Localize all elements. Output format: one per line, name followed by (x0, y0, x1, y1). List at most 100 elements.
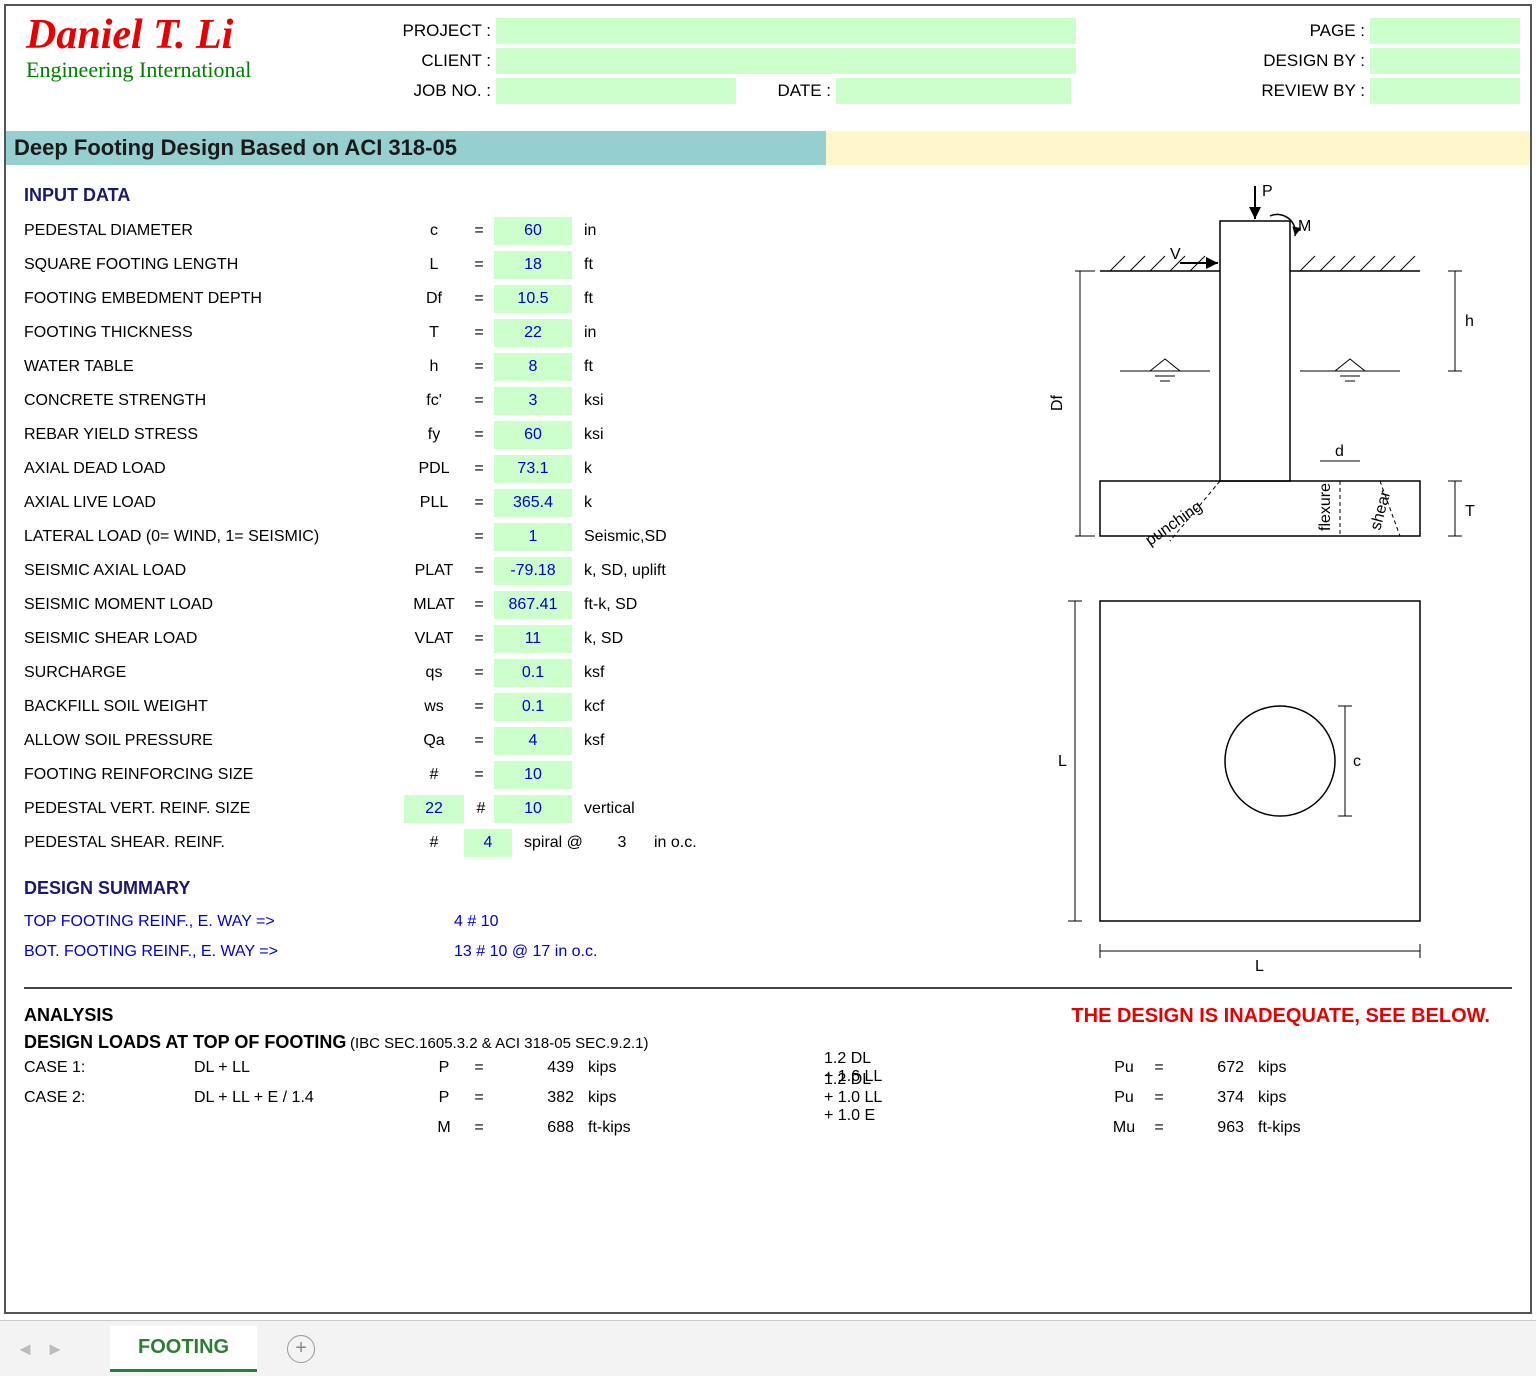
case2-pucombo: 1.2 DL + 1.0 LL + 1.0 E (644, 1071, 884, 1125)
input-symbol: # (404, 766, 464, 784)
reviewby-input[interactable] (1370, 78, 1520, 104)
input-value[interactable]: 73.1 (494, 455, 572, 483)
case1-combo: DL + LL (194, 1059, 424, 1077)
project-label: PROJECT : (306, 21, 496, 41)
input-value[interactable]: 8 (494, 353, 572, 381)
input-symbol: ws (404, 698, 464, 716)
logo-sub: Engineering International (26, 57, 251, 83)
input-unit: ft (572, 290, 752, 308)
case-M: 688 (494, 1119, 574, 1137)
case2-combo: DL + LL + E / 1.4 (194, 1089, 424, 1107)
input-value[interactable]: 18 (494, 251, 572, 279)
warning-text: THE DESIGN IS INADEQUATE, SEE BELOW. (1071, 1005, 1490, 1028)
page-label: PAGE : (1110, 21, 1370, 41)
case1-Pu: 672 (1174, 1059, 1244, 1077)
input-symbol: PLL (404, 494, 464, 512)
designby-input[interactable] (1370, 48, 1520, 74)
jobno-label: JOB NO. : (306, 81, 496, 101)
input-symbol: qs (404, 664, 464, 682)
project-input[interactable] (496, 18, 1076, 44)
input-label: CONCRETE STRENGTH (24, 392, 404, 410)
input-symbol: MLAT (404, 596, 464, 614)
svg-text:V: V (1170, 246, 1181, 263)
input-symbol: c (404, 222, 464, 240)
designby-label: DESIGN BY : (1110, 51, 1370, 71)
input-unit: in (572, 222, 752, 240)
input-value[interactable]: 60 (494, 217, 572, 245)
input-unit: ksi (572, 426, 752, 444)
input-value[interactable]: 4 (494, 727, 572, 755)
svg-text:flexure: flexure (1317, 483, 1334, 531)
svg-text:L: L (1255, 958, 1264, 975)
input-symbol: PDL (404, 460, 464, 478)
botreinf-val: 13 # 10 @ 17 in o.c. (454, 943, 597, 961)
page-title: Deep Footing Design Based on ACI 318-05 (6, 131, 826, 165)
input-value[interactable]: 867.41 (494, 591, 572, 619)
case1-name: CASE 1: (24, 1059, 194, 1077)
pedshear-sp: 3 (602, 834, 642, 852)
add-tab-icon[interactable]: + (287, 1335, 315, 1363)
pedvert-qty[interactable]: 22 (404, 795, 464, 823)
input-value[interactable]: 0.1 (494, 693, 572, 721)
input-label: SURCHARGE (24, 664, 404, 682)
logo: Daniel T. Li Engineering International (26, 11, 251, 83)
input-unit: ksi (572, 392, 752, 410)
case1-P: 439 (494, 1059, 574, 1077)
input-symbol: T (404, 324, 464, 342)
input-value[interactable]: 10 (494, 761, 572, 789)
svg-text:c: c (1353, 753, 1361, 770)
input-unit: k (572, 494, 752, 512)
svg-text:P: P (1262, 183, 1273, 200)
pedvert-label: PEDESTAL VERT. REINF. SIZE (24, 800, 404, 818)
pedvert-sym: # (468, 800, 494, 818)
tab-prev-icon[interactable]: ◄ (10, 1334, 40, 1364)
topreinf-val: 4 # 10 (454, 913, 498, 931)
input-unit: ksf (572, 664, 752, 682)
input-symbol: fc' (404, 392, 464, 410)
pedshear-label: PEDESTAL SHEAR. REINF. (24, 834, 404, 852)
svg-text:d: d (1335, 443, 1344, 460)
tab-footing[interactable]: FOOTING (110, 1326, 257, 1372)
analysis-sub: DESIGN LOADS AT TOP OF FOOTING (24, 1032, 346, 1052)
svg-text:L: L (1058, 753, 1067, 770)
input-value[interactable]: 3 (494, 387, 572, 415)
input-value[interactable]: 0.1 (494, 659, 572, 687)
input-value[interactable]: -79.18 (494, 557, 572, 585)
input-unit: in (572, 324, 752, 342)
input-symbol: Df (404, 290, 464, 308)
client-input[interactable] (496, 48, 1076, 74)
input-symbol: PLAT (404, 562, 464, 580)
input-symbol: h (404, 358, 464, 376)
input-label: AXIAL DEAD LOAD (24, 460, 404, 478)
svg-text:punching: punching (1143, 498, 1206, 549)
input-label: SEISMIC SHEAR LOAD (24, 630, 404, 648)
input-label: AXIAL LIVE LOAD (24, 494, 404, 512)
input-value[interactable]: 365.4 (494, 489, 572, 517)
input-value[interactable]: 10.5 (494, 285, 572, 313)
input-unit: ksf (572, 732, 752, 750)
input-value[interactable]: 22 (494, 319, 572, 347)
pedvert-val[interactable]: 10 (494, 795, 572, 823)
input-value[interactable]: 1 (494, 523, 572, 551)
jobno-input[interactable] (496, 78, 736, 104)
reviewby-label: REVIEW BY : (1110, 81, 1370, 101)
pedshear-sym: # (404, 834, 464, 852)
topreinf-label: TOP FOOTING REINF., E. WAY => (24, 913, 454, 931)
input-value[interactable]: 11 (494, 625, 572, 653)
svg-text:Df: Df (1049, 394, 1066, 411)
input-symbol: Qa (404, 732, 464, 750)
page-input[interactable] (1370, 18, 1520, 44)
date-input[interactable] (836, 78, 1071, 104)
tab-next-icon[interactable]: ► (40, 1334, 70, 1364)
input-value[interactable]: 60 (494, 421, 572, 449)
input-label: ALLOW SOIL PRESSURE (24, 732, 404, 750)
case-Mu: 963 (1174, 1119, 1244, 1137)
svg-text:h: h (1465, 313, 1474, 330)
input-label: LATERAL LOAD (0= WIND, 1= SEISMIC) (24, 528, 404, 546)
input-label: FOOTING THICKNESS (24, 324, 404, 342)
pedshear-val[interactable]: 4 (464, 829, 512, 857)
input-label: REBAR YIELD STRESS (24, 426, 404, 444)
input-unit: k (572, 460, 752, 478)
pedshear-unit2: in o.c. (642, 834, 697, 852)
input-label: SEISMIC MOMENT LOAD (24, 596, 404, 614)
